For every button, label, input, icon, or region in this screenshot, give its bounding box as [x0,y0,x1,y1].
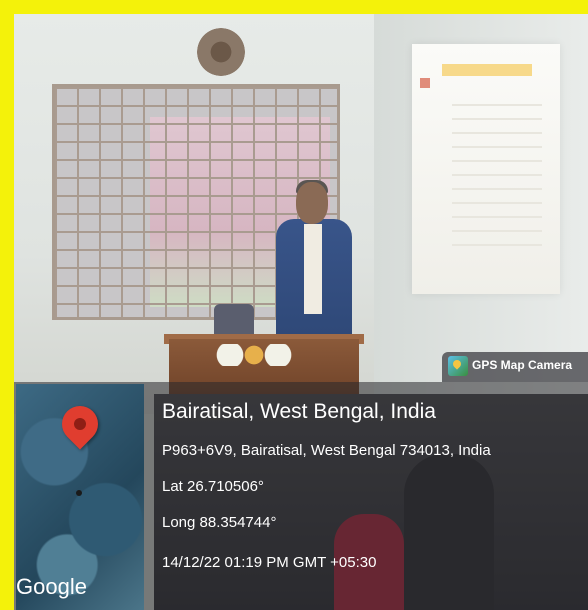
latitude: Lat 26.710506° [162,478,264,495]
google-logo: Google [16,574,87,599]
address-line: P963+6V9, Bairatisal, West Bengal 734013… [162,442,491,459]
slide-logo [420,78,430,88]
slide-text-lines [452,104,542,254]
speaker-scarf [304,224,322,314]
flower-bouquet [214,344,294,366]
projection-screen [412,44,560,294]
place-title: Bairatisal, West Bengal, India [162,400,436,423]
classroom-photo: Google GPS Map Camera Bairatisal, West B… [14,14,588,610]
speaker-head [296,182,328,224]
gps-map-camera-icon [448,356,468,376]
timestamp: 14/12/22 01:19 PM GMT +05:30 [162,554,377,571]
slide-title-bar [442,64,532,76]
longitude: Long 88.354744° [162,514,277,531]
app-badge-label: GPS Map Camera [472,358,573,372]
wall-fan [197,28,245,76]
map-pin-point [76,490,82,496]
